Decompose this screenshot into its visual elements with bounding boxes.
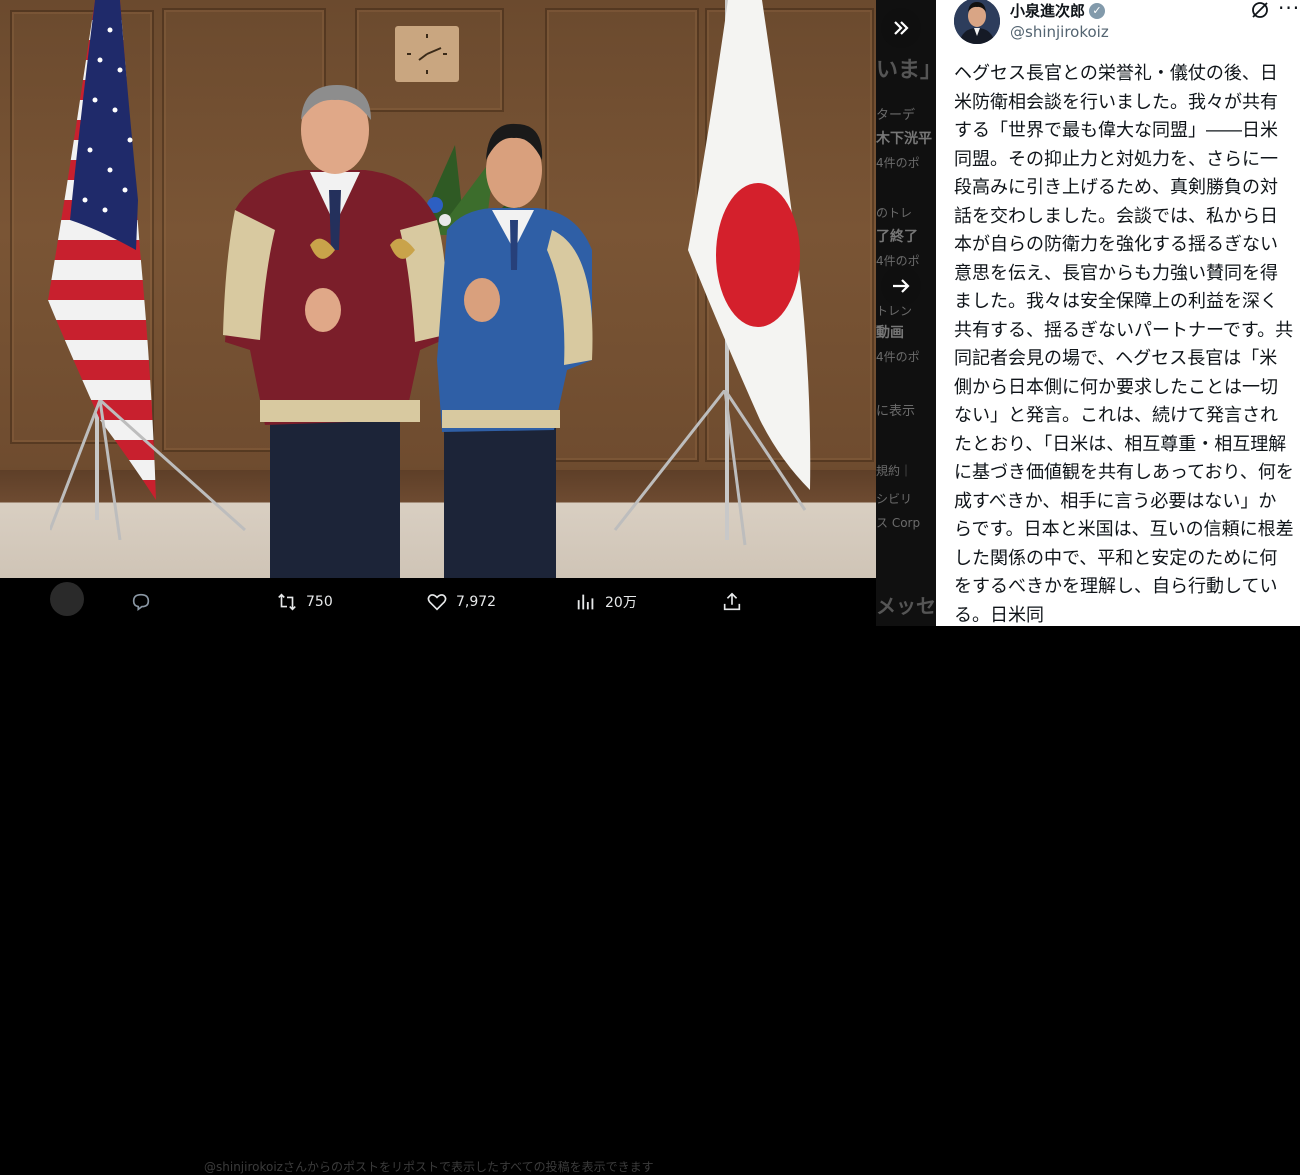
- person-left: [223, 85, 447, 578]
- ghost-text: 4件のポ: [876, 350, 920, 364]
- views-count: 20万: [605, 595, 637, 611]
- ghost-text: ス Corp: [876, 516, 921, 530]
- tweet-detail-pane: 小泉進次郎 ✓ @shinjirokoiz ··· ヘグセス長官との栄誉礼・儀仗…: [936, 0, 1300, 626]
- next-image-button[interactable]: [881, 266, 921, 306]
- verified-badge-icon: ✓: [1089, 2, 1106, 19]
- ghost-text: のトレ: [876, 206, 913, 220]
- ghost-text: 動画: [876, 325, 904, 341]
- ghost-text: 了終了: [876, 229, 918, 245]
- arrow-right-icon: [893, 279, 910, 293]
- share-icon: [723, 592, 741, 611]
- author-handle[interactable]: @shinjirokoiz: [1010, 23, 1109, 41]
- retweet-button[interactable]: 750: [276, 578, 333, 626]
- tweet-photo[interactable]: [0, 0, 876, 578]
- ghost-text: @shinjirokoizさんからのポストをリポストで表示したすべての投稿を表示…: [204, 1160, 654, 1174]
- like-button[interactable]: 7,972: [426, 578, 496, 626]
- reply-button[interactable]: [130, 578, 160, 626]
- tweet-text: ヘグセス長官との栄誉礼・儀仗の後、日米防衛相会談を行いました。我々が共有する「世…: [954, 63, 1294, 626]
- author-name-text: 小泉進次郎: [1010, 2, 1086, 20]
- retweet-count: 750: [306, 594, 333, 610]
- ghost-text: メッセ: [876, 594, 936, 618]
- ghost-text: ターデ: [876, 108, 916, 123]
- person-right: [437, 123, 593, 578]
- ghost-text: 規約｜: [876, 464, 913, 478]
- author-name[interactable]: 小泉進次郎 ✓: [1010, 0, 1106, 21]
- reply-icon: [132, 593, 150, 611]
- ghost-text: いま」: [876, 58, 936, 83]
- ghost-avatar: [50, 582, 84, 616]
- ghost-text: 木下洸平: [876, 131, 932, 147]
- views-icon: [577, 594, 594, 610]
- like-count: 7,972: [456, 594, 497, 610]
- views-button[interactable]: 20万: [575, 578, 637, 626]
- collapse-panel-button[interactable]: [881, 8, 921, 48]
- tweet-action-bar: @shinjirokoizさんからのポストをリポストで表示したすべての投稿を表示…: [0, 578, 876, 1174]
- ghost-text: に表示: [876, 404, 916, 419]
- wall-clock: [395, 26, 459, 82]
- grok-icon[interactable]: [1250, 0, 1270, 25]
- heart-icon: [427, 594, 447, 611]
- chevron-double-right-icon: [894, 21, 909, 35]
- avatar[interactable]: [954, 0, 1000, 44]
- more-options-icon[interactable]: ···: [1278, 0, 1300, 20]
- share-button[interactable]: [721, 578, 751, 626]
- ghost-text: シビリ: [876, 492, 913, 506]
- ghost-text: 4件のポ: [876, 156, 920, 170]
- flag-stand: [613, 390, 807, 546]
- retweet-icon: [278, 593, 296, 611]
